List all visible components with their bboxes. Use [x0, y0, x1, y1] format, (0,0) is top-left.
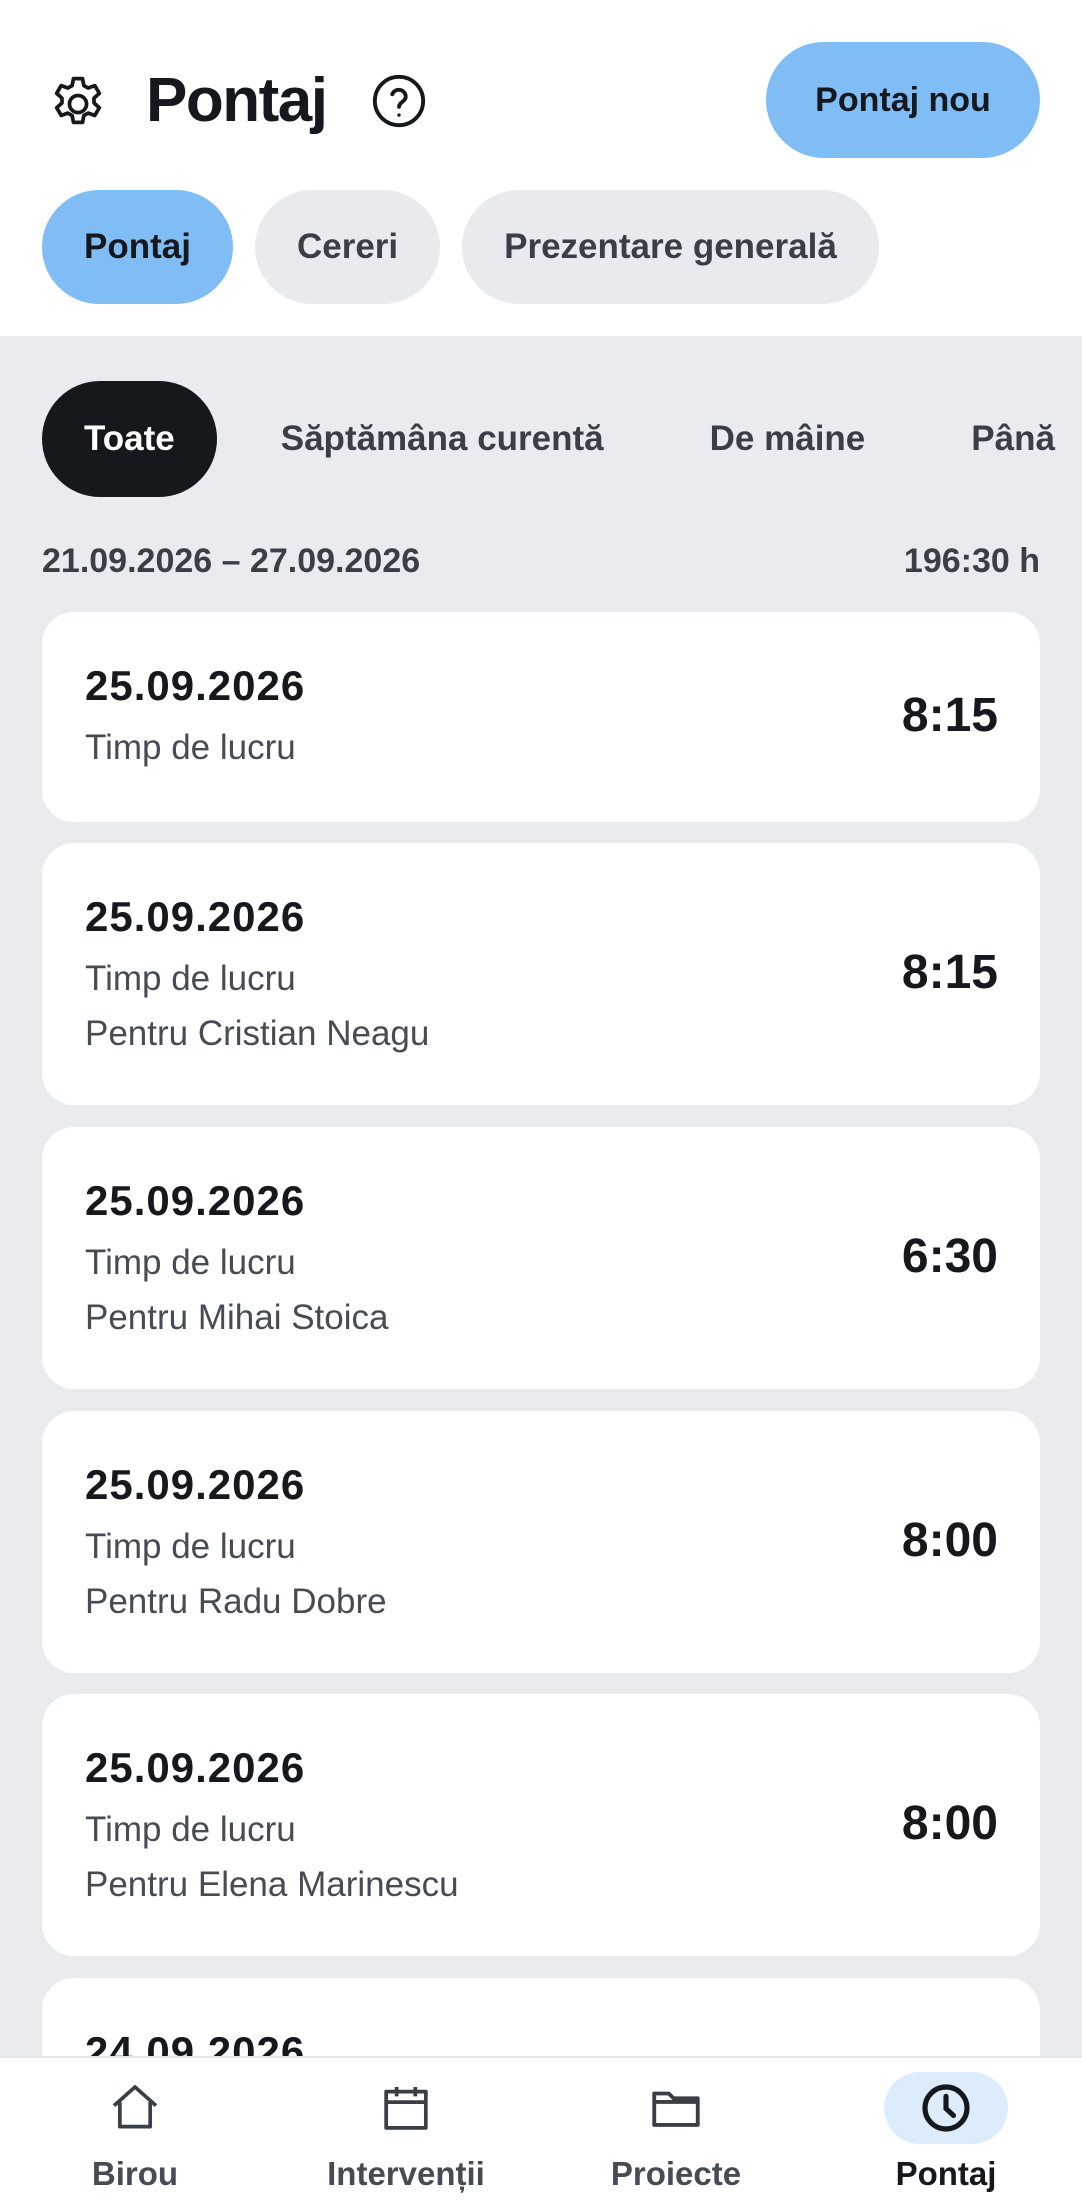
app-header: Pontaj Pontaj nou Pontaj Cereri Prezenta… — [0, 0, 1082, 336]
filter-all[interactable]: Toate — [42, 381, 217, 497]
entry-date: 25.09.2026 — [85, 662, 306, 709]
week-range: 21.09.2026 – 27.09.2026 — [42, 542, 421, 580]
filter-from-tomorrow[interactable]: De mâine — [668, 381, 908, 497]
filter-current-week[interactable]: Săptămâna curentă — [239, 381, 646, 497]
entry-date: 25.09.2026 — [85, 1461, 306, 1508]
tab-cereri[interactable]: Cereri — [254, 190, 441, 304]
timesheet-list-area: Toate Săptămâna curentă De mâine Până 21… — [0, 336, 1082, 2056]
list-item[interactable]: 25.09.2026 Timp de lucru Pentru Cristian… — [42, 843, 1040, 1105]
section-tabs: Pontaj Cereri Prezentare generală — [42, 190, 879, 304]
nav-label: Pontaj — [895, 2155, 997, 2192]
entry-hours: 8:00 — [901, 1514, 998, 1567]
nav-item-birou[interactable]: Birou — [25, 2058, 245, 2202]
clock-icon — [884, 2072, 1008, 2144]
entry-type: Timp de lucru — [85, 1527, 296, 1566]
entry-date: 25.09.2026 — [85, 893, 306, 940]
entry-hours: 6:30 — [901, 1230, 998, 1283]
nav-label: Birou — [91, 2155, 179, 2192]
entry-date: 25.09.2026 — [85, 1177, 306, 1224]
entry-person: Pentru Cristian Neagu — [85, 1014, 430, 1053]
list-item[interactable]: 25.09.2026 Timp de lucru Pentru Radu Dob… — [42, 1411, 1040, 1673]
entry-date: 25.09.2026 — [85, 1744, 306, 1791]
filter-until[interactable]: Până — [929, 381, 1082, 497]
entry-type: Timp de lucru — [85, 1810, 296, 1849]
entry-person: Pentru Mihai Stoica — [85, 1298, 389, 1337]
tab-overview[interactable]: Prezentare generală — [462, 190, 879, 304]
calendar-icon — [344, 2072, 468, 2144]
entry-hours: 8:15 — [901, 689, 998, 742]
entry-type: Timp de lucru — [85, 728, 296, 767]
question-circle-icon[interactable] — [370, 72, 428, 130]
list-item[interactable]: 25.09.2026 Timp de lucru Pentru Mihai St… — [42, 1127, 1040, 1389]
list-item[interactable]: 25.09.2026 Timp de lucru Pentru Elena Ma… — [42, 1694, 1040, 1956]
entry-type: Timp de lucru — [85, 959, 296, 998]
nav-item-pontaj[interactable]: Pontaj — [836, 2058, 1056, 2202]
nav-item-interventii[interactable]: Intervenții — [296, 2058, 516, 2202]
bottom-navigation: Birou Intervenții Proiecte Pontaj — [0, 2056, 1082, 2202]
list-item[interactable]: 24.09.2026 — [42, 1978, 1040, 2056]
entry-hours: 8:00 — [901, 1797, 998, 1850]
entry-type: Timp de lucru — [85, 1243, 296, 1282]
folder-icon — [614, 2072, 738, 2144]
nav-label: Proiecte — [610, 2155, 742, 2192]
nav-item-proiecte[interactable]: Proiecte — [566, 2058, 786, 2202]
gear-icon[interactable] — [44, 70, 112, 138]
filter-chips: Toate Săptămâna curentă De mâine Până — [42, 381, 1082, 497]
entry-hours: 8:15 — [901, 946, 998, 999]
home-icon — [73, 2072, 197, 2144]
entry-date: 24.09.2026 — [85, 2028, 306, 2056]
nav-label: Intervenții — [327, 2155, 485, 2192]
list-item[interactable]: 25.09.2026 Timp de lucru 8:15 — [42, 612, 1040, 822]
entry-person: Pentru Radu Dobre — [85, 1582, 387, 1621]
tab-pontaj[interactable]: Pontaj — [42, 190, 233, 304]
week-summary: 21.09.2026 – 27.09.2026 196:30 h — [42, 542, 1040, 581]
entry-person: Pentru Elena Marinescu — [85, 1865, 459, 1904]
page-title: Pontaj — [146, 66, 328, 135]
week-total: 196:30 h — [903, 542, 1040, 580]
new-timesheet-button[interactable]: Pontaj nou — [766, 42, 1040, 158]
